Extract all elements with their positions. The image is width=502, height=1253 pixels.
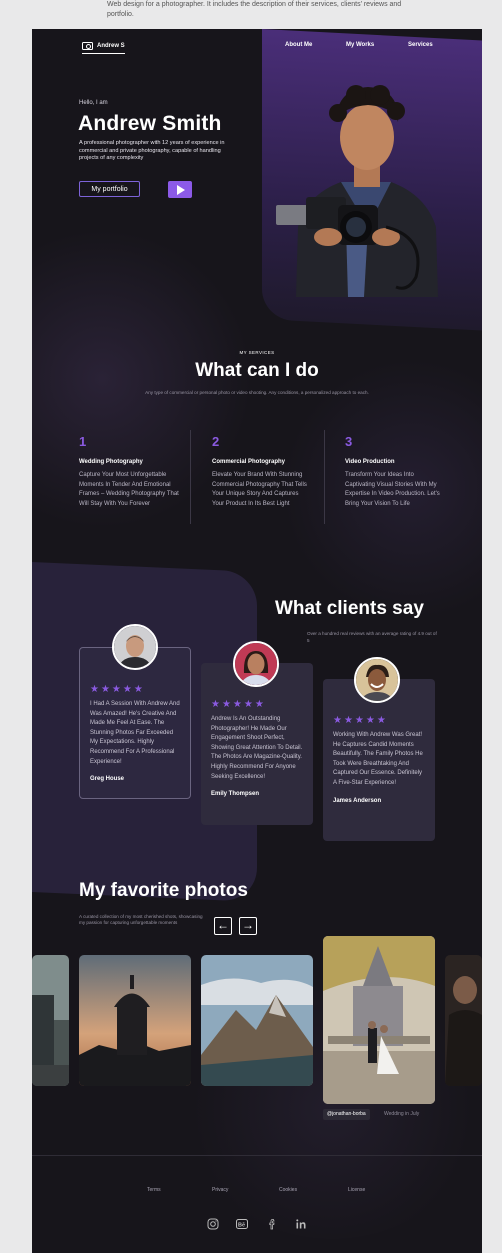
hero-greeting: Hello, I am	[79, 100, 108, 106]
photo-author-tag[interactable]: @jonathan-borba	[323, 1109, 370, 1120]
footer-divider	[32, 1155, 482, 1156]
review-quote: Andrew Is An Outstanding Photographer! H…	[211, 716, 303, 780]
play-button[interactable]	[168, 181, 192, 198]
rating-stars: ★★★★★	[333, 715, 388, 726]
logo[interactable]: Andrew S	[82, 40, 125, 54]
instagram-icon[interactable]	[207, 1218, 219, 1230]
divider	[324, 430, 325, 524]
review-quote: I Had A Session With Andrew And Was Amaz…	[90, 701, 180, 765]
avatar	[233, 641, 279, 687]
service-item-wedding: 1 Wedding Photography Capture Your Most …	[79, 434, 179, 509]
services-eyebrow: MY SERVICES	[239, 350, 275, 355]
gallery-photo[interactable]	[79, 955, 191, 1086]
service-number: 2	[212, 434, 220, 449]
next-arrow-button[interactable]: →	[239, 917, 257, 935]
services-title: What can I do	[195, 360, 319, 381]
service-desc: Elevate Your Brand With Stunning Commerc…	[212, 472, 307, 507]
nav-about-me[interactable]: About Me	[285, 42, 312, 48]
review-author: Emily Thompsen	[211, 791, 260, 798]
service-title: Commercial Photography	[212, 459, 286, 465]
play-icon	[177, 184, 185, 195]
avatar	[354, 657, 400, 703]
review-author: Greg House	[90, 776, 125, 783]
photo-description: Wedding in July	[384, 1111, 420, 1117]
clients-title: What clients say	[275, 598, 424, 619]
service-title: Wedding Photography	[79, 459, 143, 465]
camera-icon	[82, 42, 93, 50]
service-item-video: 3 Video Production Transform Your Ideas …	[345, 434, 445, 509]
gallery-photo[interactable]	[32, 955, 69, 1086]
facebook-icon[interactable]	[266, 1218, 278, 1230]
footer-link-cookies[interactable]: Cookies	[279, 1187, 297, 1193]
behance-icon[interactable]: Bē	[236, 1218, 248, 1230]
review-card[interactable]: ★★★★★ Andrew Is An Outstanding Photograp…	[201, 663, 313, 825]
footer-link-license[interactable]: License	[348, 1187, 365, 1193]
service-desc: Capture Your Most Unforgettable Moments …	[79, 472, 179, 507]
portfolio-button[interactable]: My portfolio	[79, 181, 140, 197]
nav-services[interactable]: Services	[408, 42, 433, 48]
review-quote: Working With Andrew Was Great! He Captur…	[333, 732, 423, 786]
services-subtitle: Any type of commercial or personal photo…	[145, 390, 369, 395]
review-card[interactable]: ★★★★★ Working With Andrew Was Great! He …	[323, 679, 435, 841]
rating-stars: ★★★★★	[211, 699, 266, 710]
photographer-portrait	[276, 85, 438, 297]
logo-text: Andrew S	[97, 43, 125, 49]
footer-link-privacy[interactable]: Privacy	[212, 1187, 228, 1193]
divider	[190, 430, 191, 524]
photos-title: My favorite photos	[79, 880, 248, 901]
photos-subtitle: A curated collection of my most cherishe…	[79, 914, 203, 926]
review-author: James Anderson	[333, 797, 382, 804]
rating-stars: ★★★★★	[90, 684, 145, 695]
service-number: 3	[345, 434, 353, 449]
service-title: Video Production	[345, 459, 395, 465]
previous-arrow-button[interactable]: ←	[214, 917, 232, 935]
hero-name: Andrew Smith	[78, 112, 222, 135]
web-page: Andrew S About Me My Works Services Hell…	[32, 29, 482, 1253]
clients-subtitle: Over a hundred real reviews with an aver…	[307, 631, 437, 643]
service-desc: Transform Your Ideas Into Captivating Vi…	[345, 472, 440, 507]
nav-my-works[interactable]: My Works	[346, 42, 374, 48]
gallery-photo[interactable]	[201, 955, 313, 1086]
service-number: 1	[79, 434, 87, 449]
footer-link-terms[interactable]: Terms	[147, 1187, 161, 1193]
svg-text:Bē: Bē	[238, 1223, 245, 1229]
hero-intro: A professional photographer with 12 year…	[79, 140, 225, 161]
gallery-photo-active[interactable]	[323, 936, 435, 1104]
service-item-commercial: 2 Commercial Photography Elevate Your Br…	[212, 434, 312, 509]
page-caption: Web design for a photographer. It includ…	[107, 1, 402, 18]
linkedin-icon[interactable]	[295, 1218, 307, 1230]
avatar	[112, 624, 158, 670]
gallery-photo[interactable]	[445, 955, 482, 1086]
